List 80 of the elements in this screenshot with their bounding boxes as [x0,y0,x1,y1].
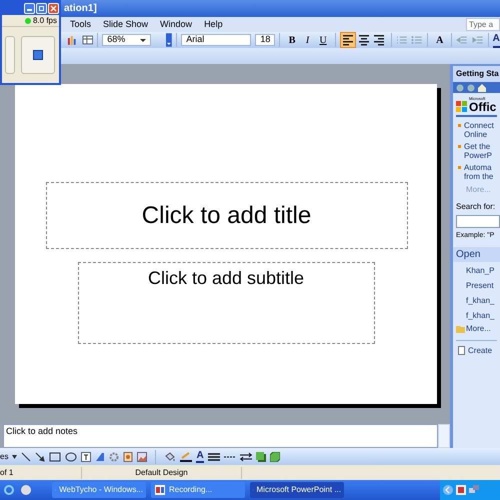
subtitle-placeholder[interactable]: Click to add subtitle [78,262,374,344]
close-icon [50,5,57,12]
style-button[interactable]: U [315,32,331,48]
taskbar-button[interactable]: WebTycho - Windows... [52,482,146,498]
align-button[interactable] [340,32,356,48]
line-style-icon[interactable] [208,452,220,462]
task-link[interactable]: Get the PowerP [464,142,492,160]
rectangle-icon[interactable] [49,452,62,462]
task-link[interactable]: Connect Online [464,121,494,139]
help-search-field[interactable]: Type a [466,18,500,31]
more-files-link[interactable]: More... [466,322,491,334]
bullet-icon [458,124,461,127]
shadow-icon[interactable] [256,452,266,462]
search-label: Search for: [455,201,496,213]
grow-font-button[interactable]: A [432,32,448,48]
taskbar-button[interactable]: Microsoft PowerPoint ... [250,482,344,498]
cube-icon[interactable] [270,452,280,462]
clip-art-icon[interactable] [123,452,134,462]
title-placeholder[interactable]: Click to add title [46,182,408,249]
logo-text: Offic [469,101,496,113]
maximize-button[interactable] [36,3,47,14]
forward-icon[interactable] [467,84,475,92]
font-color-button[interactable]: A [196,450,204,462]
text-box-icon[interactable] [81,452,92,462]
stop-button[interactable] [21,36,55,74]
chevron-icon[interactable] [443,485,453,495]
style-button[interactable]: I [300,32,316,48]
caret-icon[interactable] [12,454,18,458]
image-icon[interactable] [137,452,148,462]
tray-app-icon[interactable] [456,485,466,495]
chart-icon[interactable] [66,34,78,46]
task-link[interactable]: Automa from the [464,163,494,181]
recorder-icon [154,484,166,496]
notes-field[interactable]: Click to add notes [3,424,438,448]
autoshapes-menu[interactable]: es [0,450,8,462]
search-field[interactable] [456,215,500,228]
frame-rate: 8.0 fps [32,14,57,26]
recent-file-link[interactable]: Khan_P [466,264,500,276]
status-light-icon [24,18,31,24]
font-dropdown[interactable]: Arial [181,34,252,46]
arrow-style-icon[interactable] [240,452,252,462]
folder-icon [456,324,465,332]
menu-item[interactable]: Help [204,18,223,32]
wordart-icon[interactable] [95,452,106,462]
recent-file-link[interactable]: f_khan_ [466,310,500,322]
back-icon[interactable] [456,84,464,92]
bullet-icon [458,145,461,148]
close-button[interactable] [48,3,59,14]
bullet-icon [458,166,461,169]
messenger-icon[interactable] [20,484,32,496]
stop-icon [33,50,43,60]
minimize-button[interactable] [24,3,35,14]
diagram-icon[interactable] [109,452,120,462]
create-link[interactable]: Create [468,344,492,356]
align-button[interactable] [371,32,387,48]
table-icon[interactable] [82,34,94,46]
font-size-dropdown[interactable]: 18 [255,34,276,46]
window-title: ation1] [64,2,97,16]
dropdown-arrow-icon [140,38,146,42]
fill-bucket-icon[interactable] [164,452,176,462]
design-name: Default Design [82,466,242,478]
arrow-icon[interactable] [35,452,46,462]
taskbar-button[interactable]: Recording... [151,482,245,498]
line-color-icon[interactable] [180,452,192,462]
scrollbar[interactable] [438,424,450,448]
line-icon[interactable] [21,452,32,462]
slide-counter: of 1 [0,466,82,478]
task-pane-title: Getting Sta [453,66,500,82]
section-heading: Open [453,246,500,262]
menu-item[interactable]: Slide Show [103,18,148,32]
recent-file-link[interactable]: f_khan_ [466,294,500,306]
menu-item[interactable]: Window [160,18,192,32]
recent-file-link[interactable]: Present [466,280,500,292]
zoom-dropdown[interactable]: 68% [102,34,151,46]
style-button[interactable]: B [284,32,300,48]
toolbar-options-icon[interactable] [166,33,172,47]
menu-item[interactable]: Tools [70,18,92,32]
document-icon [458,346,465,355]
oval-icon[interactable] [65,452,78,462]
office-logo-icon [456,101,468,113]
